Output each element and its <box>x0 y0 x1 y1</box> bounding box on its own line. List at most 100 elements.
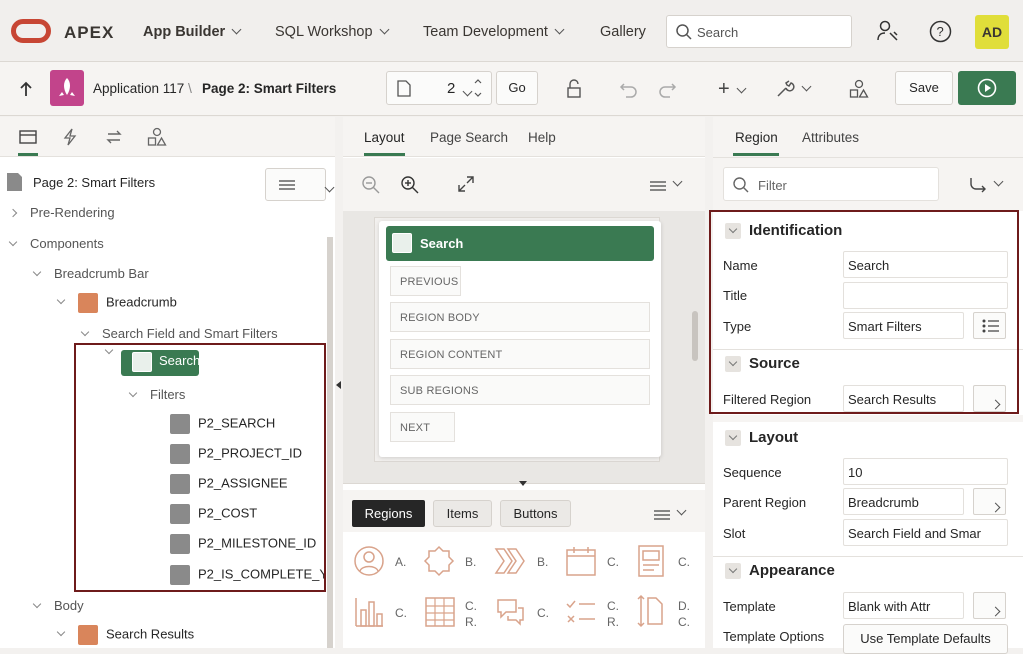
application-icon[interactable] <box>50 70 84 106</box>
gallery-tab-buttons[interactable]: Buttons <box>500 500 571 527</box>
page-number-input[interactable]: 2 <box>447 80 455 97</box>
global-search-input[interactable]: Search <box>666 15 852 48</box>
processing-tab-icon[interactable] <box>105 128 123 146</box>
splitter-handle-icon[interactable] <box>519 481 527 486</box>
page-icon <box>397 80 411 97</box>
tree-node-body[interactable]: Body <box>32 598 84 613</box>
zoom-out-icon[interactable] <box>361 175 381 195</box>
slot-label: Slot <box>723 526 746 541</box>
tab-page-search[interactable]: Page Search <box>430 130 508 145</box>
rendering-tab-icon[interactable] <box>19 130 37 144</box>
breadcrumb-separator: \ <box>188 80 192 96</box>
redo-icon[interactable] <box>657 80 677 98</box>
shared-components-tab-icon[interactable] <box>147 127 167 147</box>
tree-node-breadcrumb[interactable]: Breadcrumb <box>56 293 177 313</box>
content-row-icon[interactable] <box>565 596 597 628</box>
undo-icon[interactable] <box>619 80 639 98</box>
chevron-down-icon <box>676 505 687 516</box>
administration-icon[interactable] <box>876 20 900 42</box>
save-button[interactable]: Save <box>895 71 953 105</box>
tree-node-pre-rendering[interactable]: Pre-Rendering <box>8 205 115 220</box>
shared-components-icon[interactable] <box>849 79 869 99</box>
gallery-tab-regions[interactable]: Regions <box>352 500 425 527</box>
user-avatar[interactable]: AD <box>975 15 1009 49</box>
slot-sub-regions[interactable]: SUB REGIONS <box>390 375 650 405</box>
tab-layout[interactable]: Layout <box>364 130 405 145</box>
dynamic-actions-tab-icon[interactable] <box>63 128 77 146</box>
nav-team-development[interactable]: Team Development <box>423 24 565 40</box>
oracle-logo-icon[interactable] <box>11 19 51 43</box>
active-tab-indicator <box>364 153 405 156</box>
run-button[interactable] <box>958 71 1016 105</box>
gallery-tab-items[interactable]: Items <box>433 500 492 527</box>
page-selector[interactable]: 2 <box>386 71 492 105</box>
layout-menu-button[interactable] <box>650 176 683 194</box>
nav-sql-workshop[interactable]: SQL Workshop <box>275 24 389 40</box>
parent-region-select[interactable]: Breadcrumb <box>843 488 964 515</box>
search-icon <box>733 177 749 193</box>
menu-icon <box>279 180 295 190</box>
template-goto-button[interactable] <box>973 592 1006 619</box>
tree-node-breadcrumb-bar[interactable]: Breadcrumb Bar <box>32 266 149 281</box>
chevron-down-icon <box>672 176 683 187</box>
avatar-region-icon[interactable] <box>353 545 385 577</box>
chevron-down-icon <box>801 81 812 92</box>
go-to-group-button[interactable] <box>969 176 1004 196</box>
tree-node-search-field-slot[interactable]: Search Field and Smart Filters <box>80 326 278 341</box>
breadcrumb-page: Page 2: Smart Filters <box>202 81 337 96</box>
gallery-label: B. <box>537 555 549 569</box>
sequence-field[interactable]: 10 <box>843 458 1008 485</box>
dynamic-content-icon[interactable] <box>636 594 668 628</box>
breadcrumb-application[interactable]: Application 117 <box>93 81 184 96</box>
parent-region-goto-button[interactable] <box>973 488 1006 515</box>
zoom-in-icon[interactable] <box>400 175 420 195</box>
slot-previous[interactable]: PREVIOUS <box>390 266 461 296</box>
gallery-menu-button[interactable] <box>654 505 687 523</box>
card-region-icon[interactable] <box>636 544 666 578</box>
badge-region-icon[interactable] <box>423 545 455 577</box>
template-options-button[interactable]: Use Template Defaults <box>843 624 1008 654</box>
comments-icon[interactable] <box>494 596 526 628</box>
help-icon[interactable]: ? <box>929 20 952 43</box>
canvas-scrollbar[interactable] <box>692 311 698 361</box>
canvas-region-title[interactable]: Search <box>386 226 654 261</box>
tree-menu-button[interactable] <box>265 168 335 201</box>
calendar-icon[interactable] <box>565 545 597 577</box>
tree-node-components[interactable]: Components <box>8 236 104 251</box>
gallery-label: D. C. <box>678 599 690 629</box>
wrench-icon <box>777 80 795 97</box>
chevron-down-icon <box>462 86 472 97</box>
nav-app-builder[interactable]: App Builder <box>143 24 242 40</box>
nav-gallery[interactable]: Gallery <box>600 24 646 40</box>
breadcrumb-gallery-icon[interactable] <box>494 547 526 575</box>
classic-report-icon[interactable] <box>424 596 456 628</box>
report-region-icon <box>78 625 98 645</box>
chart-icon[interactable] <box>353 596 385 628</box>
stepper-icon[interactable] <box>473 76 483 100</box>
slot-next[interactable]: NEXT <box>390 412 455 442</box>
slot-select[interactable]: Search Field and Smar <box>843 519 1008 546</box>
template-select[interactable]: Blank with Attr <box>843 592 964 619</box>
layout-header[interactable]: Layout <box>725 429 798 447</box>
tab-region[interactable]: Region <box>735 130 778 145</box>
tab-attributes[interactable]: Attributes <box>802 130 859 145</box>
lock-icon[interactable] <box>565 79 583 99</box>
tab-help[interactable]: Help <box>528 130 556 145</box>
slot-region-content[interactable]: REGION CONTENT <box>390 339 650 369</box>
search-placeholder: Search <box>697 25 739 40</box>
slot-region-body[interactable]: REGION BODY <box>390 302 650 332</box>
tree-node-search-results[interactable]: Search Results <box>56 625 194 645</box>
create-menu[interactable]: + <box>718 78 747 101</box>
expand-icon[interactable] <box>457 175 475 193</box>
tree-scrollbar[interactable] <box>327 237 333 648</box>
sequence-label: Sequence <box>723 465 782 480</box>
appearance-header[interactable]: Appearance <box>725 562 835 580</box>
search-icon <box>676 24 692 40</box>
property-filter-input[interactable]: Filter <box>723 167 939 201</box>
page-label: Page 2: Smart Filters <box>33 175 156 190</box>
arrow-up-icon[interactable] <box>18 81 34 97</box>
apex-brand[interactable]: APEX <box>64 23 114 43</box>
go-button[interactable]: Go <box>496 71 538 105</box>
left-splitter-handle-icon[interactable] <box>336 381 341 389</box>
utilities-menu[interactable] <box>775 80 812 101</box>
